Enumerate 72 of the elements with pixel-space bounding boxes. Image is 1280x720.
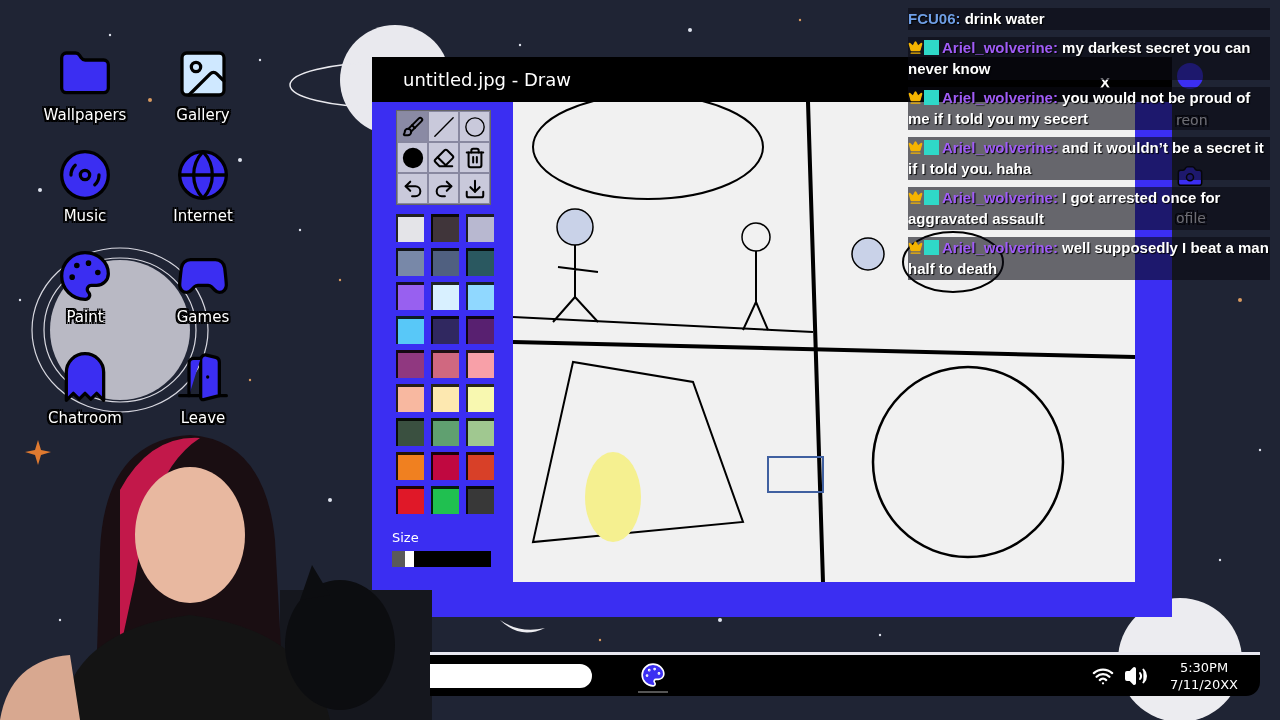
crown-icon: [908, 89, 923, 105]
tool-button[interactable]: [459, 142, 490, 173]
icon-label[interactable]: Chatroom: [48, 409, 122, 427]
color-swatch[interactable]: [396, 384, 424, 412]
circle-icon: [1176, 62, 1204, 90]
icon-label[interactable]: Internet: [173, 207, 233, 225]
globe-icon: [175, 147, 231, 203]
color-swatch[interactable]: [431, 384, 459, 412]
color-swatch[interactable]: [431, 452, 459, 480]
color-swatch[interactable]: [431, 248, 459, 276]
color-swatch[interactable]: [396, 418, 424, 446]
tool-button[interactable]: [397, 173, 428, 204]
size-label: Size: [392, 530, 419, 545]
color-swatch[interactable]: [431, 418, 459, 446]
tool-button[interactable]: [459, 173, 490, 204]
color-swatch[interactable]: [466, 316, 494, 344]
crown-icon: [908, 189, 923, 205]
tool-button[interactable]: [459, 111, 490, 142]
color-swatch[interactable]: [431, 282, 459, 310]
icon-label[interactable]: Wallpapers: [43, 106, 127, 124]
palette-icon: [57, 248, 113, 304]
crescent-moon-drawing: [500, 620, 545, 633]
star-icon: [25, 440, 51, 465]
tool-button[interactable]: [397, 142, 428, 173]
color-swatch[interactable]: [466, 486, 494, 514]
icon-label[interactable]: Gallery: [176, 106, 230, 124]
crown-icon: [908, 39, 923, 55]
line-icon: [432, 115, 455, 138]
size-slider[interactable]: [392, 551, 491, 567]
trash-icon: [463, 146, 486, 169]
tool-button[interactable]: [428, 142, 459, 173]
color-swatch[interactable]: [466, 384, 494, 412]
color-swatch[interactable]: [466, 350, 494, 378]
color-swatch[interactable]: [396, 350, 424, 378]
color-swatch[interactable]: [431, 214, 459, 242]
icon-label[interactable]: Music: [63, 207, 107, 225]
brush-icon: [401, 115, 424, 138]
color-swatch[interactable]: [466, 282, 494, 310]
color-swatch[interactable]: [396, 248, 424, 276]
color-swatch[interactable]: [396, 452, 424, 480]
icon-label[interactable]: Leave: [180, 409, 226, 427]
color-swatch[interactable]: [466, 248, 494, 276]
circle-icon: [463, 115, 486, 138]
palette-icon: [640, 661, 666, 688]
search-field[interactable]: [430, 663, 592, 688]
color-swatch[interactable]: [396, 282, 424, 310]
icon-label[interactable]: ofile: [1176, 210, 1206, 226]
filled-circle-icon: [401, 146, 424, 169]
tool-button[interactable]: [428, 173, 459, 204]
color-swatch[interactable]: [431, 316, 459, 344]
color-swatch[interactable]: [466, 214, 494, 242]
chat-message: Ariel_wolverine: and it wouldn’t be a secret it if I told you. haha: [908, 136, 1270, 180]
icon-label[interactable]: reon: [1176, 112, 1208, 128]
eraser-icon: [432, 146, 455, 169]
disc-icon: [57, 147, 113, 203]
color-swatch[interactable]: [396, 486, 424, 514]
color-swatch[interactable]: [431, 486, 459, 514]
chat-message: FCU06: drink water: [908, 8, 1270, 30]
color-swatch[interactable]: [396, 316, 424, 344]
color-swatch[interactable]: [431, 350, 459, 378]
crown-icon: [908, 239, 923, 255]
download-icon: [463, 177, 486, 200]
window-title: untitled.jpg - Draw: [403, 69, 571, 90]
slider-thumb[interactable]: [404, 551, 414, 567]
tool-button[interactable]: [397, 111, 428, 142]
color-swatch[interactable]: [466, 452, 494, 480]
tool-button[interactable]: [428, 111, 459, 142]
crown-icon: [908, 139, 923, 155]
color-swatch[interactable]: [466, 418, 494, 446]
clock-time: 5:30PM: [1179, 658, 1229, 676]
clock-date: 7/11/20XX: [1170, 675, 1238, 693]
color-swatch[interactable]: [396, 214, 424, 242]
